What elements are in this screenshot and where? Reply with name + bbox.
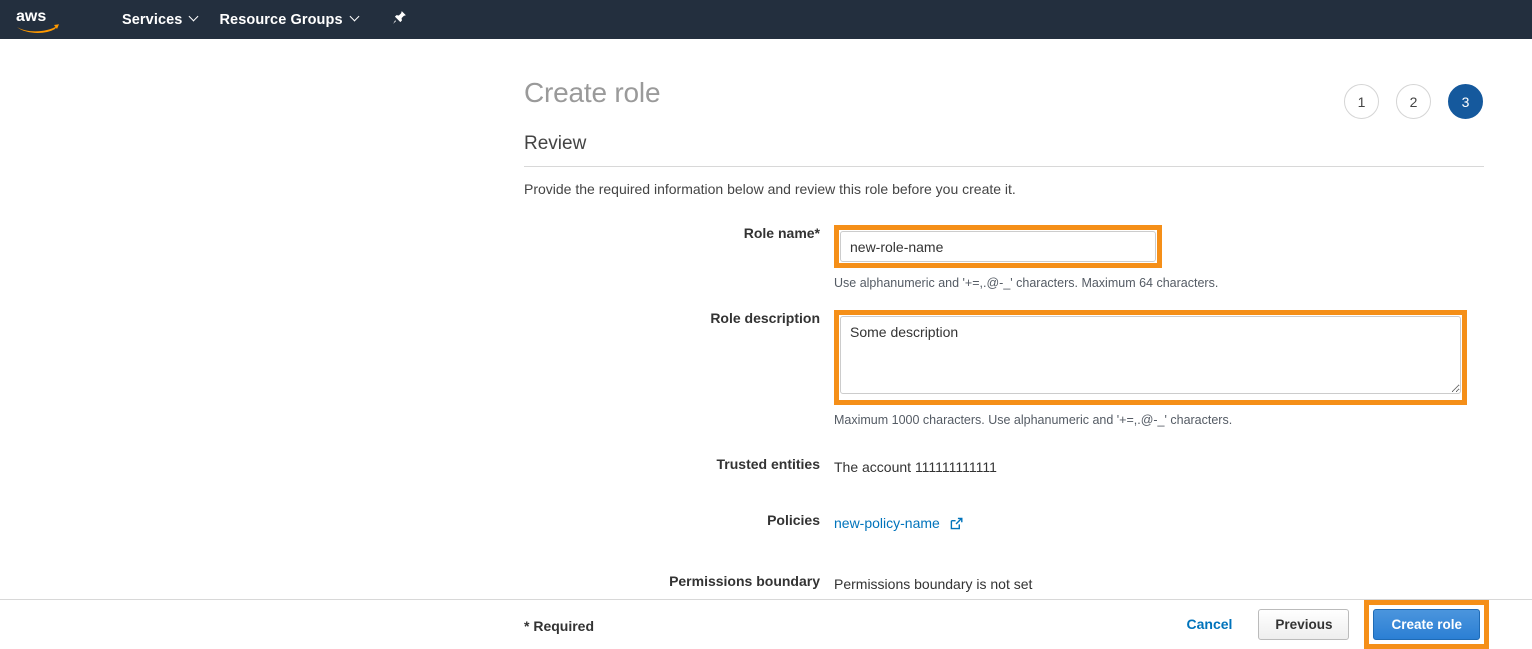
policy-link[interactable]: new-policy-name <box>834 515 940 531</box>
step-2[interactable]: 2 <box>1396 84 1431 119</box>
content-column: Create role 1 2 3 Review Provide the req… <box>524 39 1484 594</box>
section-divider <box>524 166 1484 167</box>
required-note: * Required <box>524 618 594 634</box>
role-description-highlight <box>834 310 1467 405</box>
role-name-input[interactable] <box>840 231 1156 262</box>
chevron-down-icon <box>190 13 199 22</box>
step-1[interactable]: 1 <box>1344 84 1379 119</box>
role-name-field-wrap: Use alphanumeric and '+=,.@-_' character… <box>834 225 1484 291</box>
title-row: Create role 1 2 3 <box>524 39 1484 119</box>
svg-text:aws: aws <box>16 8 46 25</box>
aws-logo[interactable]: aws <box>16 6 60 34</box>
permissions-boundary-label: Permissions boundary <box>524 573 834 589</box>
row-trusted-entities: Trusted entities The account 11111111111… <box>524 456 1484 477</box>
nav-item-resource-groups-label: Resource Groups <box>219 12 342 28</box>
nav-item-resource-groups[interactable]: Resource Groups <box>209 0 369 39</box>
role-description-field-wrap: Maximum 1000 characters. Use alphanumeri… <box>834 310 1484 428</box>
top-navigation-bar: aws Services Resource Groups <box>0 0 1532 39</box>
section-title: Review <box>524 132 1484 156</box>
footer-actions: Cancel Previous Create role <box>1175 600 1490 648</box>
page-title: Create role <box>524 77 660 109</box>
row-permissions-boundary: Permissions boundary Permissions boundar… <box>524 573 1484 594</box>
cancel-button[interactable]: Cancel <box>1175 616 1245 632</box>
role-name-label: Role name* <box>524 225 834 241</box>
chevron-down-icon <box>351 13 360 22</box>
review-form: Role name* Use alphanumeric and '+=,.@-_… <box>524 225 1484 594</box>
trusted-entities-value: The account 111111111111 <box>834 456 1484 477</box>
previous-button[interactable]: Previous <box>1258 609 1349 640</box>
pushpin-icon <box>392 10 407 30</box>
row-role-description: Role description Maximum 1000 characters… <box>524 310 1484 428</box>
role-name-highlight <box>834 225 1162 268</box>
step-3[interactable]: 3 <box>1448 84 1483 119</box>
role-description-help: Maximum 1000 characters. Use alphanumeri… <box>834 412 1484 428</box>
role-description-textarea[interactable] <box>840 316 1461 394</box>
trusted-entities-label: Trusted entities <box>524 456 834 472</box>
create-role-highlight: Create role <box>1364 600 1489 649</box>
footer-bar: * Required Cancel Previous Create role <box>0 600 1532 648</box>
pin-button[interactable] <box>384 0 415 39</box>
role-name-help: Use alphanumeric and '+=,.@-_' character… <box>834 275 1484 291</box>
row-role-name: Role name* Use alphanumeric and '+=,.@-_… <box>524 225 1484 291</box>
external-link-icon[interactable] <box>950 515 963 535</box>
intro-text: Provide the required information below a… <box>524 180 1484 198</box>
role-description-label: Role description <box>524 310 834 326</box>
policies-label: Policies <box>524 512 834 528</box>
page-body: Create role 1 2 3 Review Provide the req… <box>0 39 1532 648</box>
permissions-boundary-value: Permissions boundary is not set <box>834 573 1484 594</box>
create-role-button[interactable]: Create role <box>1373 609 1480 640</box>
step-indicator: 1 2 3 <box>1344 84 1483 119</box>
row-policies: Policies new-policy-name <box>524 512 1484 535</box>
nav-item-services[interactable]: Services <box>112 0 209 39</box>
nav-item-services-label: Services <box>122 12 182 28</box>
